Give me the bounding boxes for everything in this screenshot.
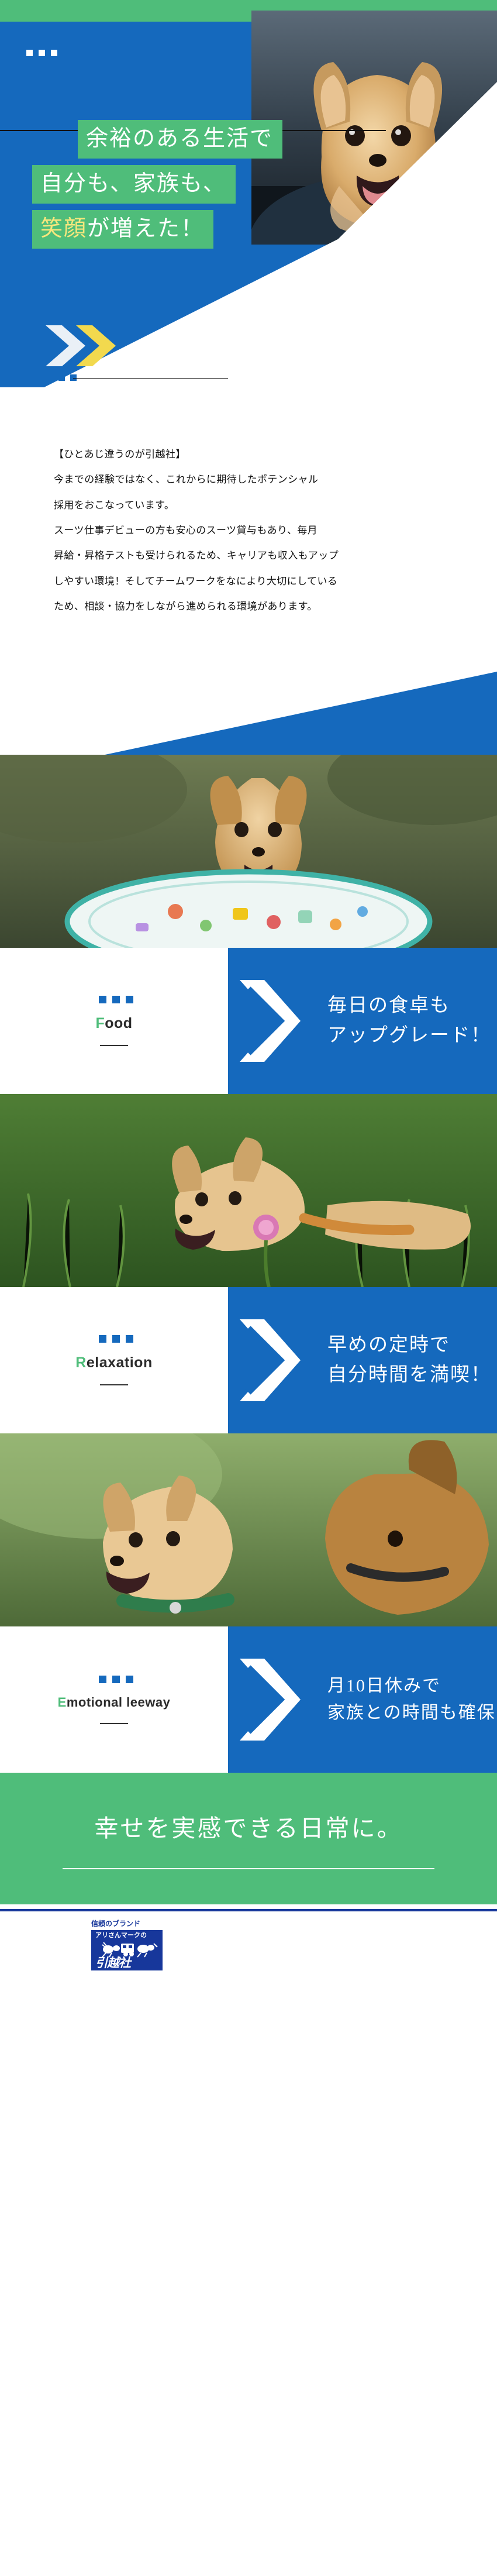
- feature-row-relaxation: Relaxation 早めの定時で 自分時間を満喫！: [0, 1287, 497, 1433]
- feature-label-capital: R: [75, 1354, 87, 1371]
- dot-icon: [39, 50, 45, 56]
- feature-heading-food: 毎日の食卓も アップグレード！: [327, 948, 491, 1094]
- dot-icon: [26, 50, 33, 56]
- hero-dots-decoration: [26, 50, 57, 56]
- feature-underline: [100, 1045, 128, 1046]
- advertisement-page: 余裕のある生活で 自分も、家族も、 笑顔が増えた！ 【ひとあじ違うのが引越社】 …: [0, 0, 497, 2576]
- feature-underline: [100, 1722, 128, 1724]
- feature-chevron: [240, 980, 315, 1062]
- hero-chevron-decoration: [46, 325, 125, 366]
- feature-underline: [100, 1384, 128, 1385]
- dot-icon: [98, 1675, 106, 1683]
- company-logo: 信頼のブランド アリさんマークの 引越社: [91, 1918, 163, 1970]
- hero-headline: 余裕のある生活で 自分も、家族も、 笑顔が増えた！: [0, 120, 497, 255]
- feature-heading-block-relaxation: 早めの定時で 自分時間を満喫！: [228, 1287, 497, 1433]
- headline-line-1: 余裕のある生活で: [78, 120, 283, 159]
- feature-label-relaxation: Relaxation: [75, 1354, 152, 1371]
- double-chevron-icon: [240, 980, 301, 1062]
- dot-icon: [112, 996, 120, 1003]
- intro-line: ため、相談・協力をしながら進められる環境があります。: [54, 601, 317, 613]
- hero-section: 余裕のある生活で 自分も、家族も、 笑顔が増えた！: [0, 0, 497, 411]
- feature-heading-line: 月10日休みで: [327, 1676, 441, 1695]
- feature-label-capital: F: [95, 1015, 105, 1031]
- footer: 信頼のブランド アリさんマークの 引越社: [0, 1904, 497, 1980]
- intro-line: スーツ仕事デビューの方も安心のスーツ貸与もあり、毎月: [54, 525, 318, 536]
- logo-column: 信頼のブランド アリさんマークの 引越社: [91, 1918, 163, 1970]
- headline-line-3: 笑顔が増えた！: [32, 210, 214, 249]
- feature-label-food: Food: [95, 1015, 132, 1032]
- feature-heading-block-emotional: 月10日休みで 家族との時間も確保！: [228, 1626, 497, 1773]
- feature-label-block-relaxation: Relaxation: [0, 1287, 228, 1433]
- double-chevron-icon: [46, 325, 116, 366]
- dot-icon: [125, 1335, 133, 1343]
- intro-line: 採用をおこなっています。: [54, 499, 175, 511]
- double-chevron-icon: [240, 1659, 301, 1741]
- intro-copy: 【ひとあじ違うのが引越社】 今までの経験ではなく、これからに期待したポテンシャル…: [0, 442, 497, 619]
- feature-label-rest: motional leeway: [66, 1694, 171, 1710]
- footer-rule: [0, 1909, 497, 1911]
- feature-chevron: [240, 1659, 315, 1741]
- feature-photo-relaxation: [0, 1094, 497, 1287]
- feature-dots: [98, 996, 133, 1003]
- feature-heading-line: アップグレード！: [327, 1025, 491, 1046]
- feature-label-emotional: Emotional leeway: [58, 1695, 171, 1710]
- feature-heading-line: 早めの定時で: [327, 1334, 450, 1356]
- feature-label-rest: elaxation: [86, 1354, 153, 1371]
- dot-icon: [112, 1335, 120, 1343]
- hero-square-dots: [47, 374, 77, 381]
- intro-line: しやすい環境！そしてチームワークをなにより大切にしている: [54, 575, 338, 587]
- dot-icon: [98, 1335, 106, 1343]
- feature-photo-emotional: [0, 1433, 497, 1626]
- feature-row-emotional: Emotional leeway 月10日休みで 家族との時間も確保！: [0, 1626, 497, 1773]
- dog-in-grass-illustration: [0, 1094, 497, 1287]
- logo-main-text: 引越社: [95, 1956, 131, 1970]
- dot-icon: [51, 50, 57, 56]
- dot-icon: [112, 1675, 120, 1683]
- feature-heading-line: 自分時間を満喫！: [327, 1364, 491, 1385]
- logo-box: アリさんマークの 引越社: [91, 1930, 163, 1970]
- dot-icon: [58, 374, 65, 381]
- dog-with-food-plate-illustration: [0, 755, 497, 948]
- headline-line-3-rest: が増えた！: [87, 216, 205, 241]
- feature-heading-line: 家族との時間も確保！: [327, 1703, 497, 1722]
- feature-dots: [98, 1675, 133, 1683]
- dot-icon: [47, 374, 53, 381]
- feature-heading-block-food: 毎日の食卓も アップグレード！: [228, 948, 497, 1094]
- dot-icon: [98, 996, 106, 1003]
- feature-dots: [98, 1335, 133, 1343]
- headline-line-2: 自分も、家族も、: [32, 165, 236, 204]
- feature-heading-relaxation: 早めの定時で 自分時間を満喫！: [327, 1287, 491, 1433]
- two-dogs-illustration: [0, 1433, 497, 1626]
- feature-heading-line: 毎日の食卓も: [327, 995, 450, 1016]
- closing-statement-band: 幸せを実感できる日常に。: [0, 1773, 497, 1904]
- double-chevron-icon: [240, 1319, 301, 1401]
- ant-mark-icon: [102, 1942, 158, 1958]
- headline-accent-word: 笑顔: [40, 216, 88, 241]
- brand-tagline: 信頼のブランド: [91, 1920, 141, 1928]
- feature-photo-food: [0, 755, 497, 948]
- feature-label-capital: E: [57, 1694, 67, 1710]
- feature-chevron: [240, 1319, 315, 1401]
- feature-heading-emotional: 月10日休みで 家族との時間も確保！: [327, 1626, 497, 1773]
- hero-thin-line: [73, 378, 228, 379]
- intro-line: 昇給・昇格テストも受けられるため、キャリアも収入もアップ: [54, 550, 339, 562]
- dot-icon: [125, 996, 133, 1003]
- closing-underline: [63, 1867, 434, 1869]
- logo-top-text: アリさんマークの: [95, 1932, 147, 1939]
- feature-label-rest: ood: [105, 1015, 133, 1031]
- intro-line: 今までの経験ではなく、これからに期待したポテンシャル: [54, 474, 319, 486]
- dot-icon: [125, 1675, 133, 1683]
- feature-row-food: Food 毎日の食卓も アップグレード！: [0, 948, 497, 1094]
- intro-line: 【ひとあじ違うのが引越社】: [54, 449, 186, 460]
- closing-statement-text: 幸せを実感できる日常に。: [94, 1814, 403, 1842]
- feature-label-block-food: Food: [0, 948, 228, 1094]
- feature-label-block-emotional: Emotional leeway: [0, 1626, 228, 1773]
